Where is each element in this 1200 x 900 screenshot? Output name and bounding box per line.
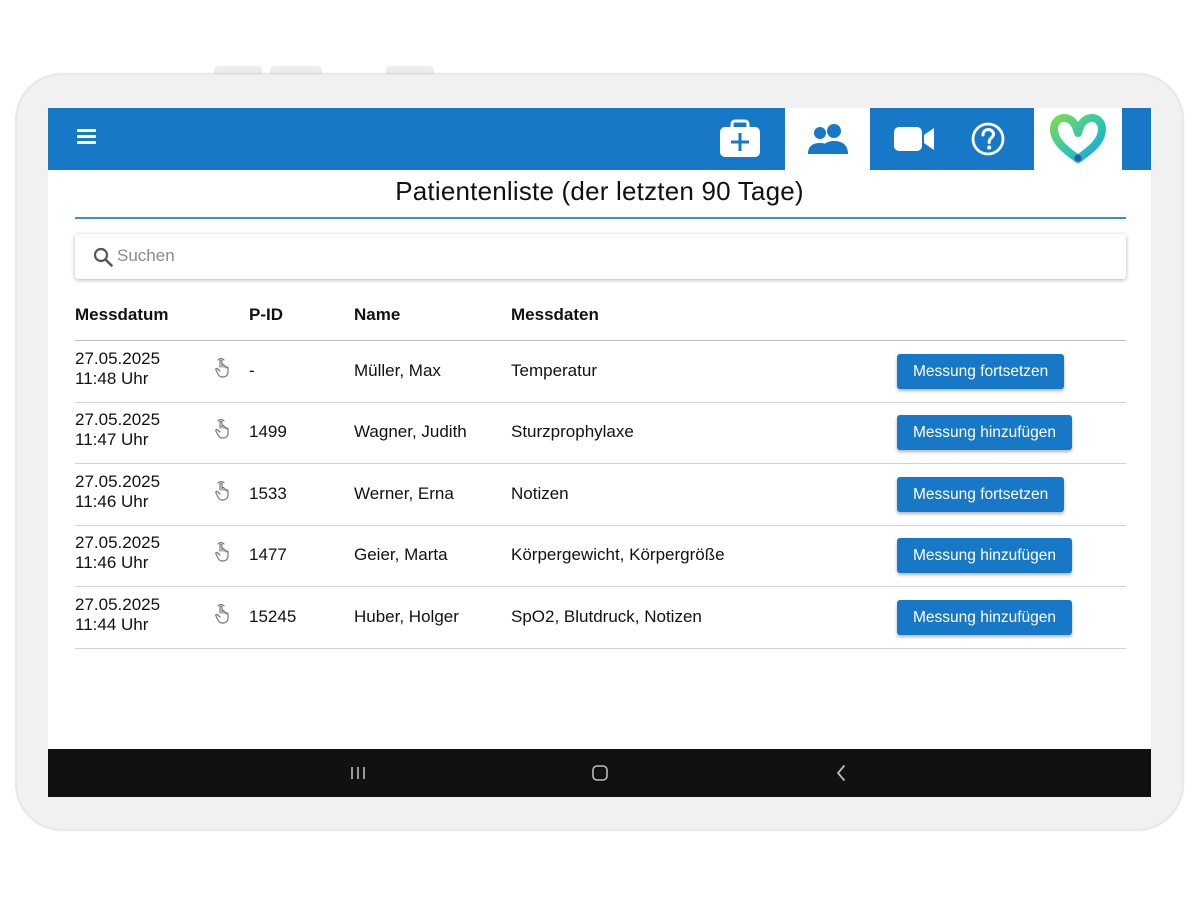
tablet-screen: Patientenliste (der letzten 90 Tage) Mes… [48,108,1151,797]
row-date: 27.05.2025 [75,533,161,552]
touch-icon [215,604,229,624]
row-datetime: 27.05.2025 11:44 Uhr [75,595,160,634]
row-name: Wagner, Judith [354,422,467,441]
table-row[interactable]: 27.05.2025 11:44 Uhr 15245 Huber, Holger… [75,587,1126,649]
nav-help[interactable] [960,108,1016,170]
row-measurement-data: Notizen [511,484,569,503]
row-time: 11:44 Uhr [75,614,149,634]
row-measurement-data: Temperatur [511,361,597,380]
patients-icon [807,124,848,154]
touch-icon [215,358,229,378]
row-pid: - [249,361,255,380]
row-name: Werner, Erna [354,484,454,503]
row-name: Müller, Max [354,361,441,380]
row-pid: 1499 [249,422,287,441]
column-header-pid[interactable]: P-ID [249,304,283,326]
table-row[interactable]: 27.05.2025 11:47 Uhr 1499 Wagner, Judith… [75,402,1126,464]
continue-measurement-button[interactable]: Messung fortsetzen [897,354,1065,389]
add-measurement-button[interactable]: Messung hinzufügen [897,600,1073,635]
hardware-button [214,67,262,74]
app-bar [48,108,1151,170]
nav-video-call[interactable] [886,108,942,170]
title-divider [75,217,1126,219]
recent-apps-icon[interactable] [349,763,367,783]
table-row[interactable]: 27.05.2025 11:46 Uhr 1477 Geier, Marta K… [75,525,1126,587]
table-row[interactable]: 27.05.2025 11:46 Uhr 1533 Werner, Erna N… [75,464,1126,526]
column-header-name[interactable]: Name [354,304,400,326]
row-name: Huber, Holger [354,607,459,626]
row-datetime: 27.05.2025 11:46 Uhr [75,533,160,572]
row-date: 27.05.2025 [75,472,161,491]
column-header-date[interactable]: Messdatum [75,304,169,326]
system-navigation-bar [48,749,1151,797]
row-date: 27.05.2025 [75,349,161,368]
touch-icon [215,542,229,562]
row-time: 11:46 Uhr [75,491,149,511]
row-name: Geier, Marta [354,545,448,564]
row-datetime: 27.05.2025 11:46 Uhr [75,472,160,511]
nav-patients[interactable] [785,108,870,170]
table-row[interactable]: 27.05.2025 11:48 Uhr - Müller, Max Tempe… [75,341,1126,403]
search-bar[interactable] [75,234,1126,279]
app-logo[interactable] [1034,108,1122,170]
search-input[interactable] [117,242,1097,270]
touch-icon [215,419,229,439]
row-time: 11:47 Uhr [75,429,149,449]
row-pid: 15245 [249,607,297,626]
add-measurement-button[interactable]: Messung hinzufügen [897,415,1073,450]
medical-kit-icon [720,119,760,157]
row-pid: 1477 [249,545,287,564]
add-measurement-button[interactable]: Messung hinzufügen [897,538,1073,573]
nav-new-measurement[interactable] [710,108,770,170]
search-icon [93,247,113,267]
menu-icon[interactable] [74,126,102,152]
row-datetime: 27.05.2025 11:47 Uhr [75,410,160,449]
row-datetime: 27.05.2025 11:48 Uhr [75,349,160,388]
home-icon[interactable] [590,763,610,783]
hardware-button [386,67,434,74]
video-camera-icon [894,127,934,151]
continue-measurement-button[interactable]: Messung fortsetzen [897,477,1065,512]
heart-logo-icon [1050,114,1106,163]
row-date: 27.05.2025 [75,595,161,614]
help-icon [971,122,1005,156]
row-date: 27.05.2025 [75,410,161,429]
hardware-button [270,67,322,74]
row-time: 11:48 Uhr [75,368,149,388]
table-header: Messdatum P-ID Name Messdaten [75,304,1126,341]
back-icon[interactable] [834,763,848,783]
page-title: Patientenliste (der letzten 90 Tage) [395,176,804,206]
row-time: 11:46 Uhr [75,552,149,572]
column-header-data[interactable]: Messdaten [511,304,599,326]
row-measurement-data: SpO2, Blutdruck, Notizen [511,607,702,626]
row-measurement-data: Sturzprophylaxe [511,422,634,441]
row-measurement-data: Körpergewicht, Körpergröße [511,545,725,564]
touch-icon [215,481,229,501]
row-pid: 1533 [249,484,287,503]
